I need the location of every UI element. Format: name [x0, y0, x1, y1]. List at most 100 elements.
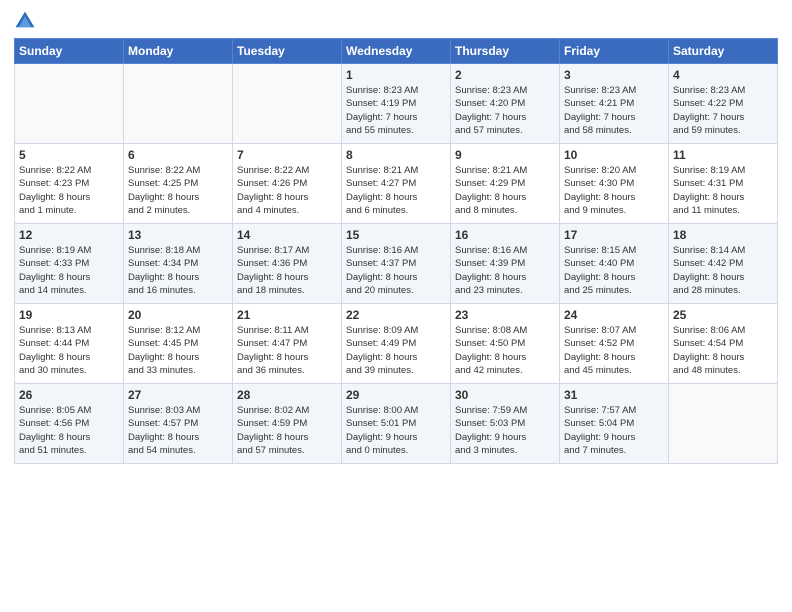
day-number: 12 [19, 228, 119, 242]
day-info: Sunrise: 8:22 AM Sunset: 4:23 PM Dayligh… [19, 164, 119, 217]
day-number: 22 [346, 308, 446, 322]
day-number: 26 [19, 388, 119, 402]
calendar-cell [15, 64, 124, 144]
day-info: Sunrise: 8:23 AM Sunset: 4:21 PM Dayligh… [564, 84, 664, 137]
day-number: 5 [19, 148, 119, 162]
week-row-4: 19Sunrise: 8:13 AM Sunset: 4:44 PM Dayli… [15, 304, 778, 384]
calendar-body: 1Sunrise: 8:23 AM Sunset: 4:19 PM Daylig… [15, 64, 778, 464]
week-row-2: 5 Sunrise: 8:22 AM Sunset: 4:23 PM Daylig… [15, 144, 778, 224]
day-number: 11 [673, 148, 773, 162]
week-row-5: 26 Sunrise: 8:05 AM Sunset: 4:56 PM Dayli… [15, 384, 778, 464]
day-number: 4 [673, 68, 773, 82]
weekday-header-sunday: Sunday [15, 39, 124, 64]
day-info: Sunrise: 8:16 AM Sunset: 4:37 PM Dayligh… [346, 244, 446, 297]
day-number: 30 [455, 388, 555, 402]
weekday-header-thursday: Thursday [451, 39, 560, 64]
generalblue-logo-icon [14, 10, 36, 32]
calendar-cell: 28 Sunrise: 8:02 AM Sunset: 4:59 PM Dayli… [233, 384, 342, 464]
week-row-1: 1Sunrise: 8:23 AM Sunset: 4:19 PM Daylig… [15, 64, 778, 144]
day-info: Sunrise: 8:20 AM Sunset: 4:30 PM Dayligh… [564, 164, 664, 217]
day-number: 25 [673, 308, 773, 322]
calendar-cell: 3 Sunrise: 8:23 AM Sunset: 4:21 PM Daylig… [560, 64, 669, 144]
calendar-cell: 7 Sunrise: 8:22 AM Sunset: 4:26 PM Daylig… [233, 144, 342, 224]
calendar-cell: 2 Sunrise: 8:23 AM Sunset: 4:20 PM Daylig… [451, 64, 560, 144]
day-number: 20 [128, 308, 228, 322]
calendar-cell: 1Sunrise: 8:23 AM Sunset: 4:19 PM Daylig… [342, 64, 451, 144]
day-info: Sunrise: 8:11 AM Sunset: 4:47 PM Dayligh… [237, 324, 337, 377]
day-info: Sunrise: 8:02 AM Sunset: 4:59 PM Dayligh… [237, 404, 337, 457]
calendar-cell: 26 Sunrise: 8:05 AM Sunset: 4:56 PM Dayli… [15, 384, 124, 464]
calendar-cell: 11 Sunrise: 8:19 AM Sunset: 4:31 PM Dayli… [669, 144, 778, 224]
day-number: 16 [455, 228, 555, 242]
day-number: 7 [237, 148, 337, 162]
calendar-cell: 20 Sunrise: 8:12 AM Sunset: 4:45 PM Dayli… [124, 304, 233, 384]
weekday-header-monday: Monday [124, 39, 233, 64]
calendar-cell: 18 Sunrise: 8:14 AM Sunset: 4:42 PM Dayli… [669, 224, 778, 304]
logo [14, 10, 40, 32]
calendar-cell: 6Sunrise: 8:22 AM Sunset: 4:25 PM Daylig… [124, 144, 233, 224]
calendar-cell: 29 Sunrise: 8:00 AM Sunset: 5:01 PM Dayli… [342, 384, 451, 464]
day-number: 31 [564, 388, 664, 402]
day-info: Sunrise: 8:06 AM Sunset: 4:54 PM Dayligh… [673, 324, 773, 377]
calendar-cell: 14 Sunrise: 8:17 AM Sunset: 4:36 PM Dayli… [233, 224, 342, 304]
day-info: Sunrise: 8:00 AM Sunset: 5:01 PM Dayligh… [346, 404, 446, 457]
day-number: 29 [346, 388, 446, 402]
calendar-cell: 22 Sunrise: 8:09 AM Sunset: 4:49 PM Dayli… [342, 304, 451, 384]
day-number: 14 [237, 228, 337, 242]
day-info: Sunrise: 8:12 AM Sunset: 4:45 PM Dayligh… [128, 324, 228, 377]
day-info: Sunrise: 8:19 AM Sunset: 4:33 PM Dayligh… [19, 244, 119, 297]
calendar-cell: 19Sunrise: 8:13 AM Sunset: 4:44 PM Dayli… [15, 304, 124, 384]
day-info: Sunrise: 8:18 AM Sunset: 4:34 PM Dayligh… [128, 244, 228, 297]
calendar-cell: 9Sunrise: 8:21 AM Sunset: 4:29 PM Daylig… [451, 144, 560, 224]
day-info: Sunrise: 8:16 AM Sunset: 4:39 PM Dayligh… [455, 244, 555, 297]
calendar-cell: 23Sunrise: 8:08 AM Sunset: 4:50 PM Dayli… [451, 304, 560, 384]
day-info: Sunrise: 8:21 AM Sunset: 4:27 PM Dayligh… [346, 164, 446, 217]
calendar-cell: 25 Sunrise: 8:06 AM Sunset: 4:54 PM Dayli… [669, 304, 778, 384]
day-info: Sunrise: 8:22 AM Sunset: 4:26 PM Dayligh… [237, 164, 337, 217]
day-info: Sunrise: 8:21 AM Sunset: 4:29 PM Dayligh… [455, 164, 555, 217]
weekday-header-wednesday: Wednesday [342, 39, 451, 64]
day-info: Sunrise: 8:09 AM Sunset: 4:49 PM Dayligh… [346, 324, 446, 377]
day-number: 28 [237, 388, 337, 402]
calendar-cell [124, 64, 233, 144]
day-info: Sunrise: 8:19 AM Sunset: 4:31 PM Dayligh… [673, 164, 773, 217]
day-number: 15 [346, 228, 446, 242]
calendar-cell: 5 Sunrise: 8:22 AM Sunset: 4:23 PM Daylig… [15, 144, 124, 224]
day-info: Sunrise: 8:14 AM Sunset: 4:42 PM Dayligh… [673, 244, 773, 297]
day-number: 1 [346, 68, 446, 82]
day-number: 27 [128, 388, 228, 402]
calendar-header: SundayMondayTuesdayWednesdayThursdayFrid… [15, 39, 778, 64]
day-info: Sunrise: 8:23 AM Sunset: 4:22 PM Dayligh… [673, 84, 773, 137]
day-number: 3 [564, 68, 664, 82]
day-info: Sunrise: 8:22 AM Sunset: 4:25 PM Dayligh… [128, 164, 228, 217]
day-number: 23 [455, 308, 555, 322]
day-number: 8 [346, 148, 446, 162]
day-info: Sunrise: 8:05 AM Sunset: 4:56 PM Dayligh… [19, 404, 119, 457]
calendar-cell: 16 Sunrise: 8:16 AM Sunset: 4:39 PM Dayli… [451, 224, 560, 304]
calendar-cell: 24Sunrise: 8:07 AM Sunset: 4:52 PM Dayli… [560, 304, 669, 384]
page-header [14, 10, 778, 32]
week-row-3: 12 Sunrise: 8:19 AM Sunset: 4:33 PM Dayli… [15, 224, 778, 304]
calendar-cell [233, 64, 342, 144]
calendar-cell: 4 Sunrise: 8:23 AM Sunset: 4:22 PM Daylig… [669, 64, 778, 144]
day-info: Sunrise: 8:23 AM Sunset: 4:20 PM Dayligh… [455, 84, 555, 137]
weekday-header-friday: Friday [560, 39, 669, 64]
day-number: 10 [564, 148, 664, 162]
page-container: SundayMondayTuesdayWednesdayThursdayFrid… [0, 0, 792, 470]
calendar-table: SundayMondayTuesdayWednesdayThursdayFrid… [14, 38, 778, 464]
weekday-header-saturday: Saturday [669, 39, 778, 64]
day-number: 2 [455, 68, 555, 82]
calendar-cell: 15 Sunrise: 8:16 AM Sunset: 4:37 PM Dayli… [342, 224, 451, 304]
day-info: Sunrise: 7:57 AM Sunset: 5:04 PM Dayligh… [564, 404, 664, 457]
day-number: 21 [237, 308, 337, 322]
calendar-cell: 10 Sunrise: 8:20 AM Sunset: 4:30 PM Dayli… [560, 144, 669, 224]
weekday-header-tuesday: Tuesday [233, 39, 342, 64]
calendar-cell: 30 Sunrise: 7:59 AM Sunset: 5:03 PM Dayli… [451, 384, 560, 464]
day-number: 17 [564, 228, 664, 242]
calendar-cell [669, 384, 778, 464]
day-number: 18 [673, 228, 773, 242]
day-info: Sunrise: 7:59 AM Sunset: 5:03 PM Dayligh… [455, 404, 555, 457]
day-info: Sunrise: 8:17 AM Sunset: 4:36 PM Dayligh… [237, 244, 337, 297]
day-info: Sunrise: 8:13 AM Sunset: 4:44 PM Dayligh… [19, 324, 119, 377]
day-number: 24 [564, 308, 664, 322]
